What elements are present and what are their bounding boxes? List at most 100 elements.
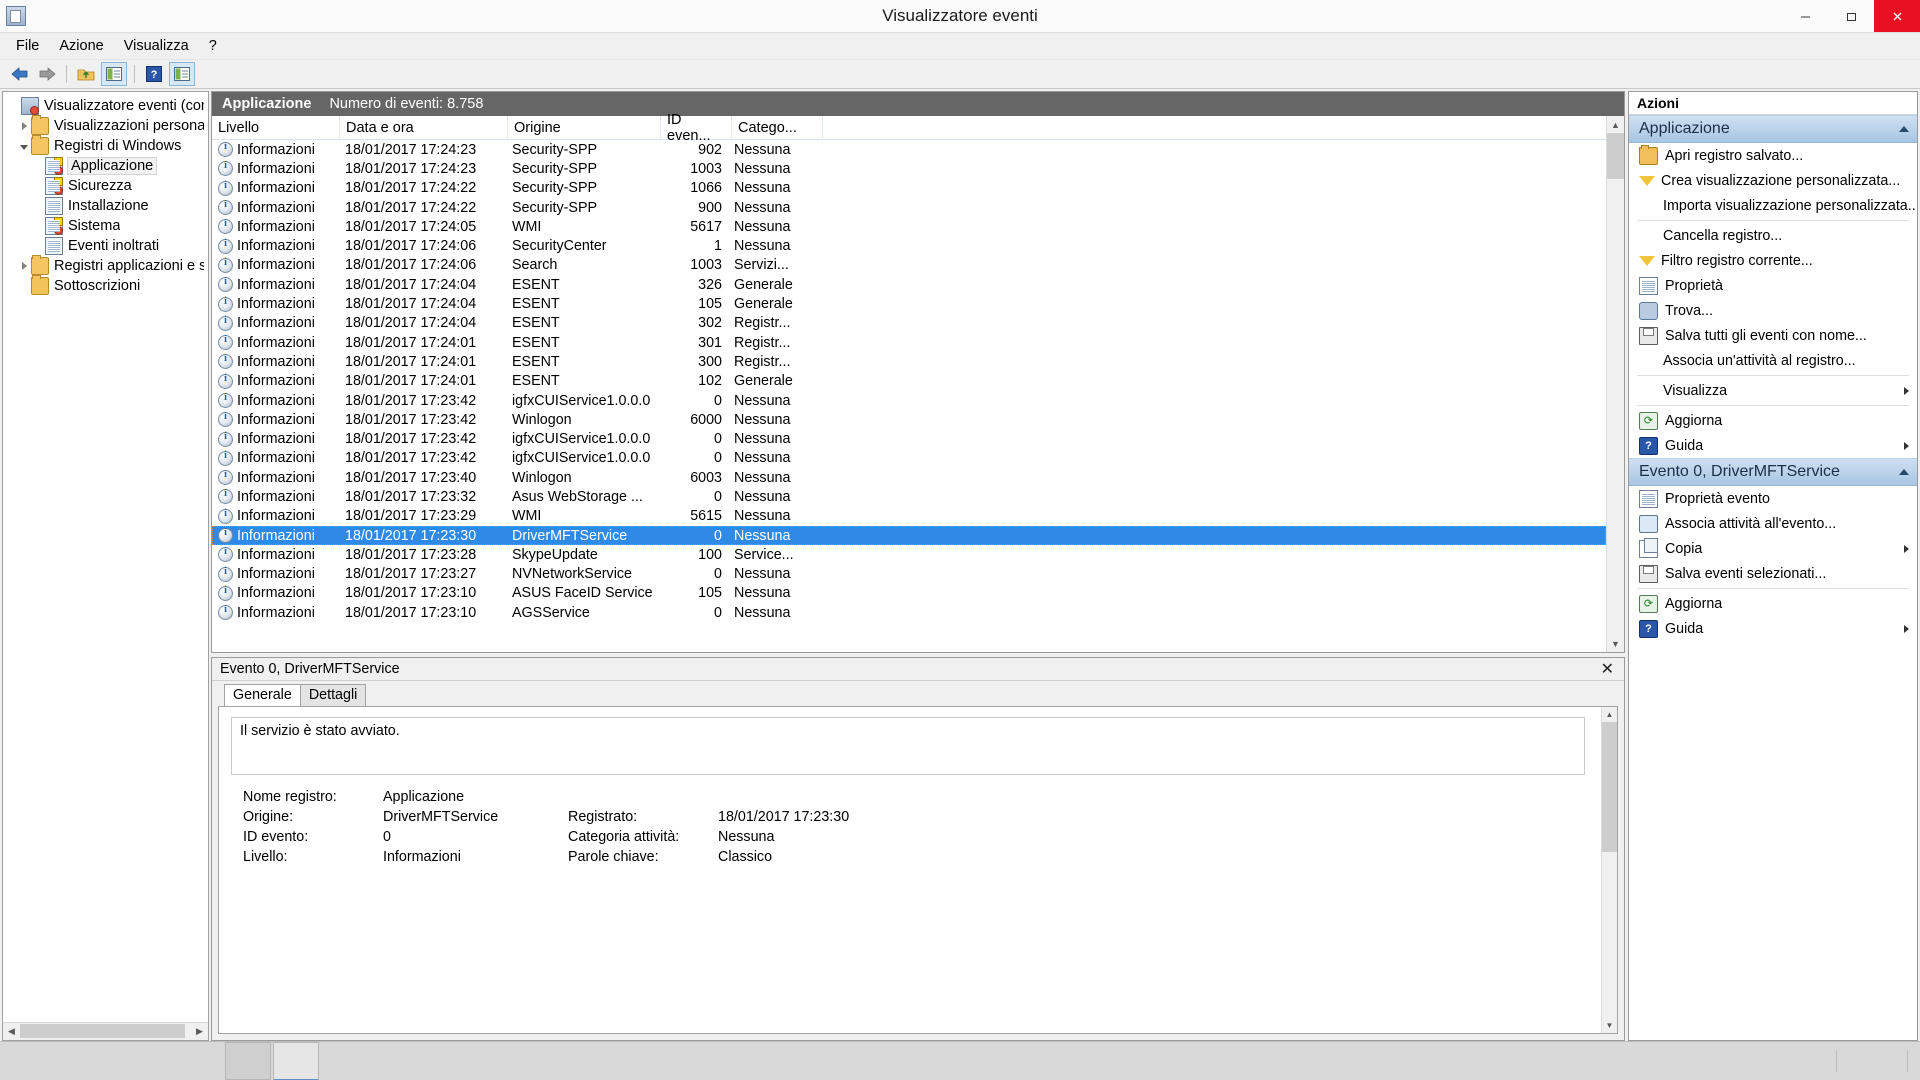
action-item[interactable]: Importa visualizzazione personalizzata..… bbox=[1629, 193, 1917, 218]
table-row[interactable]: Informazioni 18/01/2017 17:23:32 Asus WebS… bbox=[212, 487, 1606, 506]
scroll-left-icon[interactable]: ◀ bbox=[3, 1023, 20, 1040]
scroll-down-icon[interactable]: ▼ bbox=[1607, 635, 1624, 652]
menu-help[interactable]: ? bbox=[199, 35, 227, 57]
scroll-right-icon[interactable]: ▶ bbox=[191, 1023, 208, 1040]
scroll-track[interactable] bbox=[1602, 722, 1617, 1018]
tree-node-sottoscrizioni[interactable]: Sottoscrizioni bbox=[3, 275, 208, 296]
show-tree-icon[interactable] bbox=[101, 62, 127, 86]
expander-closed-icon[interactable] bbox=[17, 122, 31, 130]
taskbar-item-active[interactable] bbox=[273, 1041, 319, 1080]
action-item[interactable]: ⟳ Aggiorna bbox=[1629, 591, 1917, 616]
menu-file[interactable]: File bbox=[6, 35, 49, 57]
scroll-track[interactable] bbox=[1607, 133, 1624, 635]
table-row[interactable]: Informazioni 18/01/2017 17:23:10 AGSServic… bbox=[212, 603, 1606, 622]
action-item[interactable]: ? Guida bbox=[1629, 433, 1917, 458]
menu-azione[interactable]: Azione bbox=[49, 35, 113, 57]
tree-node-event-viewer[interactable]: Visualizzatore eventi (computer bbox=[3, 96, 208, 116]
table-row[interactable]: Informazioni 18/01/2017 17:24:01 ESENT 300 R… bbox=[212, 352, 1606, 371]
table-row[interactable]: Informazioni 18/01/2017 17:24:04 ESENT 302 R… bbox=[212, 314, 1606, 333]
table-row[interactable]: Informazioni 18/01/2017 17:24:01 ESENT 301 R… bbox=[212, 333, 1606, 352]
help-icon[interactable]: ? bbox=[142, 63, 166, 85]
minimize-button[interactable] bbox=[1782, 0, 1828, 32]
expander-open-icon[interactable] bbox=[17, 143, 31, 150]
tree-node-eventi-inoltrati[interactable]: Eventi inoltrati bbox=[3, 236, 208, 256]
menu-visualizza[interactable]: Visualizza bbox=[114, 35, 199, 57]
table-row[interactable]: Informazioni 18/01/2017 17:24:06 Search 100… bbox=[212, 256, 1606, 275]
tree-node-app-service-logs[interactable]: Registri applicazioni e servizi bbox=[3, 255, 208, 276]
actions-group-header[interactable]: Evento 0, DriverMFTService bbox=[1629, 458, 1917, 486]
tree-node-custom-views[interactable]: Visualizzazioni personalizzate bbox=[3, 115, 208, 136]
table-row[interactable]: Informazioni 18/01/2017 17:23:28 SkypeUpda… bbox=[212, 545, 1606, 564]
action-item[interactable]: Apri registro salvato... bbox=[1629, 143, 1917, 168]
scroll-down-icon[interactable]: ▼ bbox=[1602, 1018, 1617, 1033]
action-item[interactable]: Proprietà evento bbox=[1629, 486, 1917, 511]
scroll-track[interactable] bbox=[20, 1023, 191, 1040]
scroll-thumb[interactable] bbox=[1602, 722, 1617, 852]
tab-dettagli[interactable]: Dettagli bbox=[299, 684, 367, 706]
table-row[interactable]: Informazioni 18/01/2017 17:23:29 WMI 5615 Ne… bbox=[212, 507, 1606, 526]
table-row[interactable]: Informazioni 18/01/2017 17:24:22 Security-… bbox=[212, 198, 1606, 217]
table-row[interactable]: Informazioni 18/01/2017 17:23:42 igfxCUISe… bbox=[212, 391, 1606, 410]
back-arrow-icon[interactable] bbox=[8, 63, 32, 85]
submenu-arrow-icon[interactable] bbox=[1904, 541, 1909, 557]
table-row[interactable]: Informazioni 18/01/2017 17:23:27 NVNetwork… bbox=[212, 565, 1606, 584]
table-row[interactable]: Informazioni 18/01/2017 17:24:23 Security-… bbox=[212, 140, 1606, 159]
table-row[interactable]: Informazioni 18/01/2017 17:24:05 WMI 5617 Ne… bbox=[212, 217, 1606, 236]
column-header-categoria[interactable]: Catego... bbox=[732, 116, 823, 139]
action-item[interactable]: Associa un'attività al registro... bbox=[1629, 348, 1917, 373]
column-header-origine[interactable]: Origine bbox=[508, 116, 661, 139]
detail-vertical-scrollbar[interactable]: ▲ ▼ bbox=[1601, 707, 1617, 1033]
action-item[interactable]: ? Guida bbox=[1629, 616, 1917, 641]
action-item[interactable]: Proprietà bbox=[1629, 273, 1917, 298]
action-item[interactable]: Cancella registro... bbox=[1629, 223, 1917, 248]
action-item[interactable]: Crea visualizzazione personalizzata... bbox=[1629, 168, 1917, 193]
submenu-arrow-icon[interactable] bbox=[1904, 383, 1909, 399]
list-vertical-scrollbar[interactable]: ▲ ▼ bbox=[1606, 116, 1624, 652]
action-item[interactable]: Copia bbox=[1629, 536, 1917, 561]
table-row[interactable]: Informazioni 18/01/2017 17:23:42 Winlogon 6… bbox=[212, 410, 1606, 429]
action-item[interactable]: Trova... bbox=[1629, 298, 1917, 323]
close-button[interactable] bbox=[1874, 0, 1920, 32]
actions-group-header[interactable]: Applicazione bbox=[1629, 115, 1917, 143]
column-header-data-e-ora[interactable]: Data e ora bbox=[340, 116, 508, 139]
tree-node-sicurezza[interactable]: Sicurezza bbox=[3, 176, 208, 196]
submenu-arrow-icon[interactable] bbox=[1904, 621, 1909, 637]
action-pane-icon[interactable] bbox=[169, 62, 195, 86]
maximize-button[interactable] bbox=[1828, 0, 1874, 32]
action-item[interactable]: Salva eventi selezionati... bbox=[1629, 561, 1917, 586]
scroll-thumb[interactable] bbox=[1607, 133, 1624, 179]
tree-node-installazione[interactable]: Installazione bbox=[3, 196, 208, 216]
taskbar-item[interactable] bbox=[225, 1042, 271, 1080]
expander-closed-icon[interactable] bbox=[17, 262, 31, 270]
chevron-up-icon[interactable] bbox=[1899, 123, 1909, 135]
action-item[interactable]: Salva tutti gli eventi con nome... bbox=[1629, 323, 1917, 348]
folder-up-icon[interactable] bbox=[74, 63, 98, 85]
table-row[interactable]: Informazioni 18/01/2017 17:24:23 Security-… bbox=[212, 159, 1606, 178]
scroll-up-icon[interactable]: ▲ bbox=[1607, 116, 1624, 133]
table-row[interactable]: Informazioni 18/01/2017 17:24:06 SecurityC… bbox=[212, 236, 1606, 255]
tree-horizontal-scrollbar[interactable]: ◀ ▶ bbox=[3, 1022, 208, 1040]
table-row[interactable]: Informazioni 18/01/2017 17:24:04 ESENT 326 G… bbox=[212, 275, 1606, 294]
tree-node-applicazione[interactable]: Applicazione bbox=[3, 156, 208, 176]
scroll-up-icon[interactable]: ▲ bbox=[1602, 707, 1617, 722]
chevron-up-icon[interactable] bbox=[1899, 466, 1909, 478]
action-item[interactable]: Visualizza bbox=[1629, 378, 1917, 403]
tree-node-windows-logs[interactable]: Registri di Windows bbox=[3, 135, 208, 156]
scroll-thumb[interactable] bbox=[20, 1024, 185, 1038]
action-item[interactable]: Filtro registro corrente... bbox=[1629, 248, 1917, 273]
forward-arrow-icon[interactable] bbox=[35, 63, 59, 85]
tree-node-sistema[interactable]: Sistema bbox=[3, 216, 208, 236]
column-header-livello[interactable]: Livello bbox=[212, 116, 340, 139]
action-item[interactable]: ⟳ Aggiorna bbox=[1629, 408, 1917, 433]
table-row[interactable]: Informazioni 18/01/2017 17:23:40 Winlogon 6… bbox=[212, 468, 1606, 487]
table-row[interactable]: Informazioni 18/01/2017 17:23:42 igfxCUISe… bbox=[212, 449, 1606, 468]
table-row-selected[interactable]: Informazioni 18/01/2017 17:23:30 DriverMFT… bbox=[212, 525, 1606, 546]
column-header-id-evento[interactable]: ID even... bbox=[661, 112, 732, 144]
submenu-arrow-icon[interactable] bbox=[1904, 438, 1909, 454]
close-icon[interactable]: ✕ bbox=[1597, 659, 1618, 679]
table-row[interactable]: Informazioni 18/01/2017 17:24:04 ESENT 105 G… bbox=[212, 294, 1606, 313]
table-row[interactable]: Informazioni 18/01/2017 17:24:22 Security-… bbox=[212, 179, 1606, 198]
tab-generale[interactable]: Generale bbox=[224, 684, 301, 706]
table-row[interactable]: Informazioni 18/01/2017 17:24:01 ESENT 102 G… bbox=[212, 372, 1606, 391]
table-row[interactable]: Informazioni 18/01/2017 17:23:42 igfxCUISe… bbox=[212, 429, 1606, 448]
